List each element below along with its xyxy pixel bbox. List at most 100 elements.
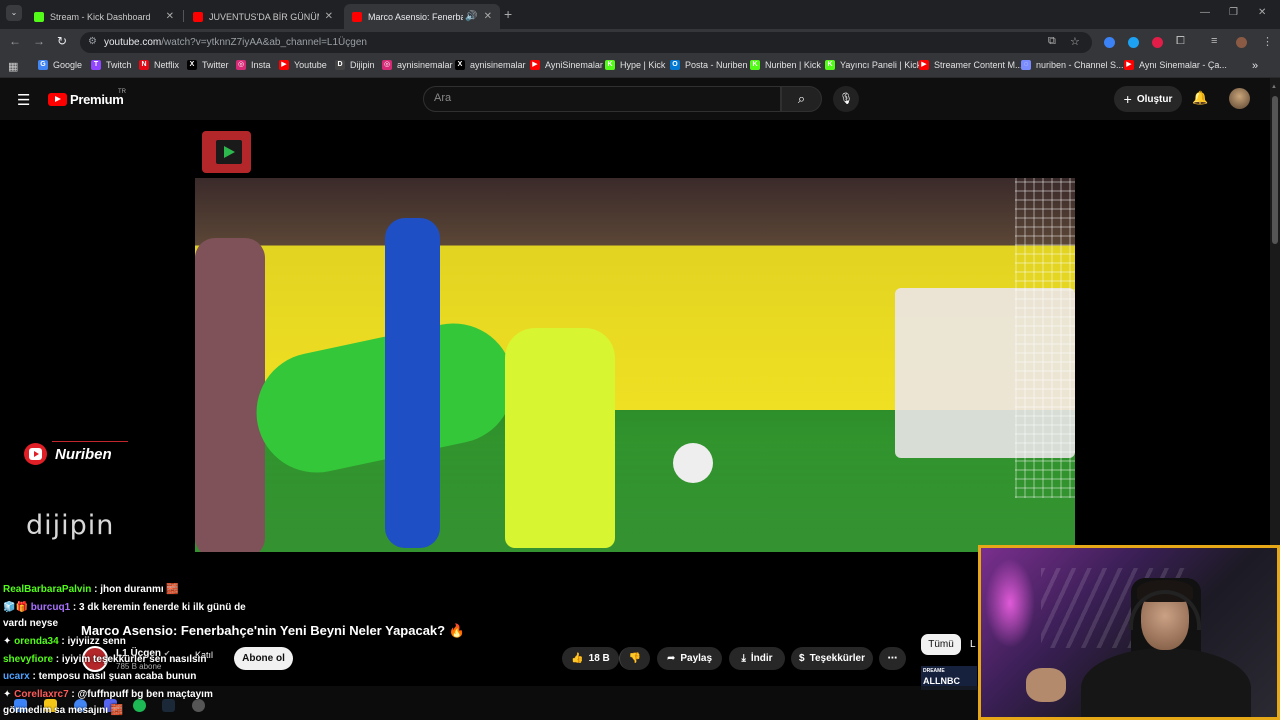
tab-title: JUVENTUS'DA BİR GÜNÜM! - Y <box>209 11 319 22</box>
bookmark-item[interactable]: ▶ Youtube <box>279 60 327 70</box>
bookmark-label: AyniSinemalar <box>545 60 603 70</box>
audio-playing-icon[interactable]: 🔊 <box>465 11 477 22</box>
chat-message: 🧊🎁 burcuq1 : 3 dk keremin fenerde ki ilk… <box>3 602 246 613</box>
share-arrow-icon: ➦ <box>666 653 676 664</box>
youtube-premium-logo[interactable]: Premium <box>70 92 124 107</box>
super-thanks-icon: $ <box>799 653 805 664</box>
download-button[interactable]: ⤓ İndir <box>729 647 785 670</box>
bookmark-label: Hype | Kick <box>620 60 666 70</box>
maximize-icon[interactable]: ❐ <box>1229 7 1238 18</box>
search-input[interactable] <box>434 92 764 104</box>
url-text[interactable]: youtube.com/watch?v=ytknnZ7iyAA&ab_chann… <box>104 37 367 48</box>
bookmark-favicon-icon: N <box>139 60 149 70</box>
close-tab-icon[interactable]: ✕ <box>484 11 492 22</box>
close-window-icon[interactable]: ✕ <box>1258 7 1266 18</box>
bookmark-favicon-icon: K <box>750 60 760 70</box>
new-tab-button[interactable]: + <box>504 6 512 22</box>
share-button[interactable]: ➦ Paylaş <box>657 647 722 670</box>
bookmark-label: Streamer Content M... <box>934 60 1023 70</box>
browser-menu-icon[interactable]: ⋮ <box>1262 35 1273 48</box>
back-icon[interactable]: ← <box>9 34 21 48</box>
bookmark-item[interactable]: ◌ nuriben - Channel S... <box>1021 60 1124 70</box>
youtube-logo-icon[interactable] <box>48 93 67 106</box>
bookmark-item[interactable]: ▶ Aynı Sinemalar - Ça... <box>1124 60 1227 70</box>
bookmark-item[interactable]: T Twitch <box>91 60 132 70</box>
bookmark-item[interactable]: K Hype | Kick <box>605 60 665 70</box>
bookmark-favicon-icon: K <box>605 60 615 70</box>
video-player[interactable] <box>195 178 1075 552</box>
bookmark-favicon-icon: T <box>91 60 101 70</box>
close-tab-icon[interactable]: ✕ <box>325 11 333 22</box>
bookmark-item[interactable]: G Google <box>38 60 82 70</box>
subscribe-button[interactable]: Abone ol <box>234 647 293 670</box>
chat-username: orenda34 <box>14 636 59 647</box>
bookmark-item[interactable]: ▶ Streamer Content M... <box>919 60 1023 70</box>
kick-icon <box>34 11 44 22</box>
bookmark-favicon-icon: ◌ <box>1021 60 1031 70</box>
bookmark-favicon-icon: ▶ <box>1124 60 1134 70</box>
download-label: İndir <box>750 653 773 664</box>
menu-hamburger-icon[interactable]: ☰ <box>17 91 30 109</box>
filter-chip-all[interactable]: Tümü <box>921 634 961 655</box>
settings-gear-icon[interactable] <box>192 699 205 712</box>
media-controls-icon[interactable]: ≡ <box>1211 35 1217 47</box>
chat-username: Corellaxrc7 <box>14 689 69 700</box>
bookmark-item[interactable]: K Nuriben | Kick <box>750 60 821 70</box>
bookmark-item[interactable]: Xaynisinemalar <box>455 60 526 70</box>
thanks-button[interactable]: $ Teşekkürler <box>791 647 873 670</box>
minimize-icon[interactable]: — <box>1200 7 1210 18</box>
extension-blue-icon[interactable] <box>1128 37 1139 48</box>
chat-text: : iyiyiizz senn <box>58 636 126 647</box>
bookmark-item[interactable]: ◎ Insta <box>236 60 271 70</box>
spotify-icon[interactable] <box>133 699 146 712</box>
forward-icon[interactable]: → <box>33 34 45 48</box>
bookmark-item[interactable]: D Dijipin <box>335 60 375 70</box>
tab-title: Marco Asensio: Fenerbahçe <box>368 11 464 22</box>
address-bar[interactable]: ⚙ youtube.com/watch?v=ytknnZ7iyAA&ab_cha… <box>80 32 1092 53</box>
profile-icon[interactable] <box>1236 37 1247 48</box>
goal-net <box>1015 178 1075 498</box>
close-tab-icon[interactable]: ✕ <box>166 11 174 22</box>
browser-tab-kick-dashboard[interactable]: Stream - Kick Dashboard ✕ <box>26 4 182 29</box>
bookmark-item[interactable]: X Twitter <box>187 60 229 70</box>
bookmark-item[interactable]: N Netflix <box>139 60 179 70</box>
browser-tab-juventus[interactable]: JUVENTUS'DA BİR GÜNÜM! - Y ✕ <box>185 4 341 29</box>
bookmark-favicon-icon: O <box>670 60 680 70</box>
browser-toolbar: ← → ↻ ⚙ youtube.com/watch?v=ytknnZ7iyAA&… <box>0 29 1280 56</box>
bookmarks-bar: ▦ G Google T Twitch N Netflix X Twitter ◎ Insta ▶ Y… <box>0 56 1280 78</box>
browser-tab-asensio[interactable]: Marco Asensio: Fenerbahçe 🔊 ✕ <box>344 4 500 29</box>
bookmark-item[interactable]: K Yayıncı Paneli | Kick <box>825 60 921 70</box>
bookmark-item[interactable]: ◎ aynisinemalar <box>382 60 453 70</box>
tab-search-button[interactable]: ⌄ <box>6 5 22 21</box>
bookmark-label: aynisinemalar <box>397 60 453 70</box>
bookmark-item[interactable]: ▶ AyniSinemalar <box>530 60 603 70</box>
extension-shield-icon[interactable] <box>1104 37 1115 48</box>
voice-search-button[interactable]: 🎙 <box>833 86 859 112</box>
extensions-puzzle-icon[interactable]: ⧠ <box>1176 35 1185 48</box>
more-actions-button[interactable]: ⋯ <box>879 647 906 670</box>
bookmark-star-icon[interactable]: ☆ <box>1070 35 1080 48</box>
search-button[interactable]: ⌕ <box>781 86 822 112</box>
reload-icon[interactable]: ↻ <box>57 34 67 48</box>
bookmark-label: Netflix <box>154 60 180 70</box>
site-info-icon[interactable]: ⚙ <box>88 36 97 47</box>
install-app-icon[interactable]: ⧉ <box>1048 35 1056 48</box>
scrollbar-thumb[interactable] <box>1272 96 1278 244</box>
bookmark-item[interactable]: O Posta - Nuriben <box>670 60 748 70</box>
scroll-up-arrow-icon[interactable]: ▲ <box>1271 84 1277 90</box>
chat-text: görmedim sa mesajını 🧱 <box>3 705 124 716</box>
search-box <box>423 86 781 112</box>
extension-red-icon[interactable] <box>1152 37 1163 48</box>
dislike-button[interactable]: 👎 <box>619 647 650 670</box>
steam-icon[interactable] <box>162 699 175 712</box>
account-avatar[interactable] <box>1229 88 1250 109</box>
chat-username: burcuq1 <box>30 602 71 613</box>
share-label: Paylaş <box>680 653 713 664</box>
chat-text: : iyiyim teşekkürler sen nasılsın <box>53 654 207 665</box>
more-bookmarks-icon[interactable]: » <box>1252 60 1258 72</box>
like-button[interactable]: 👍 18 B <box>562 647 619 670</box>
notifications-bell-icon[interactable]: 🔔 <box>1192 90 1208 106</box>
bookmark-favicon-icon: X <box>455 60 465 70</box>
apps-grid-icon[interactable]: ▦ <box>8 60 18 73</box>
create-button[interactable]: + Oluştur <box>1114 86 1182 112</box>
